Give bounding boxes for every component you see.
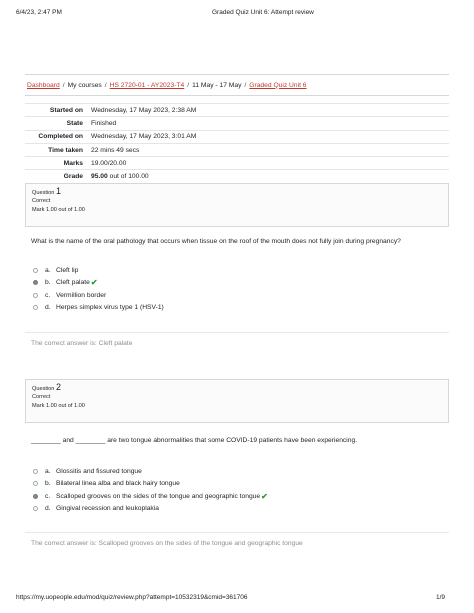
grade-out-of: out of 100.00 <box>107 173 149 181</box>
breadcrumb-separator: / <box>187 81 190 89</box>
answer-option: c. Vermillion border <box>33 289 164 302</box>
question-info-1: Question 1 Correct Mark 1.00 out of 1.00 <box>25 183 449 227</box>
breadcrumb-dashboard[interactable]: Dashboard <box>27 82 60 89</box>
question-state: Correct <box>32 394 51 400</box>
answer-options-1: a. Cleft lip b. Cleft palate ✔ c. Vermillion… <box>33 264 164 314</box>
summary-row-started: Started on Wednesday, 17 May 2023, 2:38 … <box>25 104 449 118</box>
answer-option-selected: c. Scalloped grooves on the sides of the … <box>33 490 268 503</box>
answer-option: b. Bilateral linea alba and black hairy t… <box>33 478 268 491</box>
radio-button <box>33 506 38 512</box>
answer-option: a. Glossitis and fissured tongue <box>33 465 268 478</box>
summary-label: State <box>66 119 83 127</box>
answer-options-2: a. Glossitis and fissured tongue b. Bilate… <box>33 465 268 515</box>
answer-option: d. Gingival recession and leukoplakia <box>33 503 268 516</box>
summary-row-state: State Finished <box>25 117 449 131</box>
question-mark: Mark 1.00 out of 1.00 <box>32 403 85 409</box>
summary-value: Wednesday, 17 May 2023, 3:01 AM <box>91 133 197 141</box>
print-url: https://my.uopeople.edu/mod/quiz/review.… <box>16 594 248 601</box>
question-number: Question 2 <box>32 382 61 393</box>
radio-button-selected <box>33 280 38 286</box>
question-text-1: What is the name of the oral pathology t… <box>31 238 401 245</box>
breadcrumb-course[interactable]: HS 2720-01 - AY2023-T4 <box>110 82 185 89</box>
check-icon: ✔ <box>261 491 268 501</box>
answer-option-selected: b. Cleft palate ✔ <box>33 277 164 290</box>
summary-label: Marks <box>63 159 83 167</box>
radio-button <box>33 267 38 273</box>
breadcrumb-separator: / <box>104 81 107 89</box>
summary-row-grade: Grade 95.00 out of 100.00 <box>25 170 449 184</box>
breadcrumb-week: 11 May - 17 May <box>192 81 242 89</box>
radio-button <box>33 468 38 474</box>
print-title: Graded Quiz Unit 6: Attempt review <box>212 9 314 16</box>
summary-value: 95.00 out of 100.00 <box>89 173 149 180</box>
breadcrumb-separator: / <box>244 81 247 89</box>
print-page-number: 1/9 <box>436 594 446 601</box>
breadcrumb: Dashboard / My courses / HS 2720-01 - AY… <box>25 74 449 96</box>
summary-label: Grade <box>63 173 83 181</box>
summary-value: 22 mins 49 secs <box>91 146 140 154</box>
summary-row-marks: Marks 19.00/20.00 <box>25 157 449 171</box>
print-datetime: 6/4/23, 2:47 PM <box>16 9 62 16</box>
radio-button <box>33 481 38 487</box>
question-mark: Mark 1.00 out of 1.00 <box>32 207 85 213</box>
summary-row-completed: Completed on Wednesday, 17 May 2023, 3:0… <box>25 131 449 144</box>
question-info-2: Question 2 Correct Mark 1.00 out of 1.00 <box>25 379 449 423</box>
summary-label: Started on <box>49 106 83 114</box>
answer-option: d. Herpes simplex virus type 1 (HSV-1) <box>33 302 164 315</box>
attempt-summary-table: Started on Wednesday, 17 May 2023, 2:38 … <box>25 103 449 184</box>
answer-option: a. Cleft lip <box>33 264 164 277</box>
correct-answer-feedback-1: The correct answer is: Cleft palate <box>25 332 449 354</box>
breadcrumb-my-courses: My courses <box>67 81 102 89</box>
correct-answer-feedback-2: The correct answer is: Scalloped grooves… <box>25 532 449 554</box>
question-text-2: ________ and ________ are two tongue abn… <box>31 437 358 444</box>
breadcrumb-quiz[interactable]: Graded Quiz Unit 6 <box>249 82 306 89</box>
question-state: Correct <box>32 198 51 204</box>
breadcrumb-separator: / <box>62 81 65 89</box>
summary-label: Time taken <box>48 146 83 154</box>
summary-row-time: Time taken 22 mins 49 secs <box>25 144 449 158</box>
radio-button <box>33 292 38 298</box>
summary-value: Wednesday, 17 May 2023, 2:38 AM <box>91 106 197 114</box>
summary-label: Completed on <box>38 133 83 141</box>
radio-button-selected <box>33 493 38 499</box>
grade-value: 95.00 <box>91 173 108 181</box>
radio-button <box>33 305 38 311</box>
summary-value: Finished <box>91 119 117 127</box>
check-icon: ✔ <box>90 278 98 288</box>
question-number: Question 1 <box>32 186 61 197</box>
summary-value: 19.00/20.00 <box>91 159 127 167</box>
